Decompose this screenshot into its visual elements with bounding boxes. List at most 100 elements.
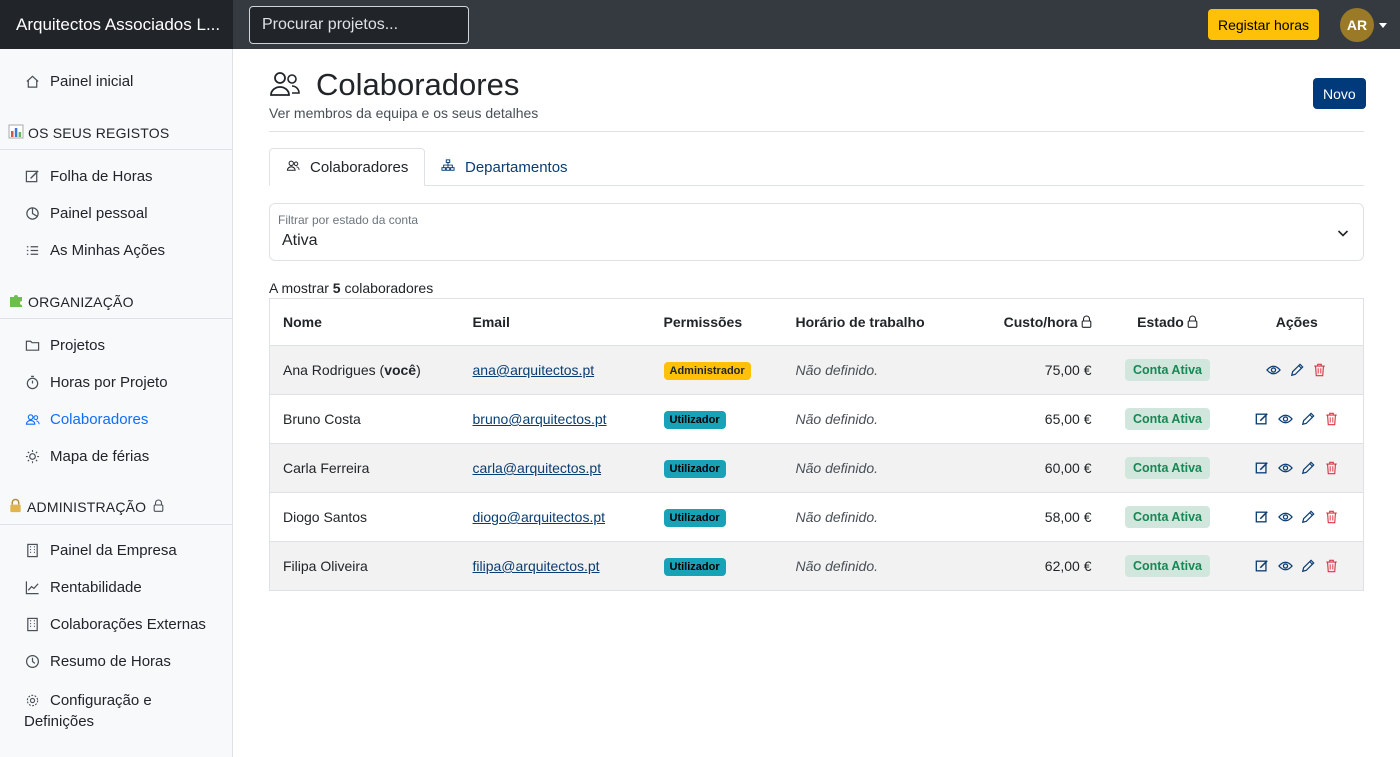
people-icon [286, 159, 300, 176]
sidebar-item-vacation-map[interactable]: Mapa de férias [24, 448, 149, 465]
edit-icon[interactable] [1255, 510, 1270, 525]
register-hours-button[interactable]: Registar horas [1208, 9, 1320, 40]
sidebar-item-label: Painel pessoal [50, 205, 148, 222]
role-badge: Utilizador [663, 508, 726, 527]
cell-permissions: Utilizador [650, 492, 783, 542]
view-icon[interactable] [1277, 412, 1293, 427]
email-link[interactable]: bruno@arquitectos.pt [473, 411, 607, 427]
sidebar-item-label: Folha de Horas [50, 168, 153, 185]
tab-collaborators[interactable]: Colaboradores [269, 148, 426, 186]
lock-outline-icon [1081, 315, 1092, 331]
cell-email: bruno@arquitectos.pt [459, 394, 651, 444]
cell-name: Ana Rodrigues (você) [269, 345, 460, 395]
brand-name[interactable]: Arquitectos Associados L... [0, 0, 233, 49]
trash-icon[interactable] [1324, 510, 1339, 525]
edit-icon[interactable] [1255, 461, 1270, 476]
cell-permissions: Utilizador [650, 541, 783, 591]
gear-icon [24, 693, 40, 709]
trash-icon[interactable] [1324, 461, 1339, 476]
pencil-icon[interactable] [1301, 412, 1316, 427]
divider [0, 318, 232, 319]
view-icon[interactable] [1277, 461, 1293, 476]
sidebar-item-projects[interactable]: Projetos [24, 337, 105, 354]
cell-schedule: Não definido. [782, 345, 943, 395]
sidebar-item-label: Painel inicial [50, 73, 134, 90]
search-input[interactable] [249, 6, 469, 44]
edit-icon [24, 169, 40, 185]
sidebar-item-collaborators[interactable]: Colaboradores [24, 411, 148, 428]
sun-icon [24, 449, 40, 465]
cell-state: Conta Ativa [1104, 541, 1231, 591]
chart-icon [8, 124, 24, 142]
view-icon[interactable] [1266, 363, 1282, 378]
edit-icon[interactable] [1255, 559, 1270, 574]
caret-down-icon[interactable] [1379, 22, 1387, 28]
sidebar-item-my-actions[interactable]: As Minhas Ações [24, 242, 165, 259]
people-icon [24, 412, 40, 428]
section-header-records: OS SEUS REGISTOS [8, 124, 169, 142]
cell-cost: 65,00 € [942, 394, 1105, 444]
main-content: Colaboradores Ver membros da equipa e os… [233, 49, 1400, 757]
filter-label: Filtrar por estado da conta [278, 213, 419, 227]
sidebar-item-label: Resumo de Horas [50, 653, 171, 670]
column-header-state: Estado [1104, 298, 1231, 346]
sidebar-item-home[interactable]: Painel inicial [24, 73, 133, 90]
cell-cost: 75,00 € [942, 345, 1105, 395]
cell-cost: 62,00 € [942, 541, 1105, 591]
view-icon[interactable] [1277, 510, 1293, 525]
lock-outline-icon [153, 499, 164, 515]
view-icon[interactable] [1277, 559, 1293, 574]
column-header-cost: Custo/hora [942, 298, 1105, 346]
cell-state: Conta Ativa [1104, 345, 1231, 395]
email-link[interactable]: carla@arquitectos.pt [473, 460, 602, 476]
cell-cost: 58,00 € [942, 492, 1105, 542]
status-badge: Conta Ativa [1125, 555, 1210, 577]
column-header-actions: Ações [1230, 298, 1364, 346]
tab-departments[interactable]: Departamentos [425, 148, 584, 186]
cell-actions [1230, 394, 1364, 444]
role-badge: Utilizador [663, 410, 726, 429]
pencil-icon[interactable] [1301, 510, 1316, 525]
pencil-icon[interactable] [1301, 559, 1316, 574]
email-link[interactable]: filipa@arquitectos.pt [473, 558, 600, 574]
cell-state: Conta Ativa [1104, 443, 1231, 493]
chevron-down-icon[interactable] [1337, 226, 1349, 243]
email-link[interactable]: ana@arquitectos.pt [473, 362, 595, 378]
new-collaborator-button[interactable]: Novo [1313, 78, 1366, 109]
diagram-icon [441, 158, 455, 176]
lock-outline-icon [1187, 315, 1198, 331]
trash-icon[interactable] [1324, 412, 1339, 427]
section-header-org: ORGANIZAÇÃO [8, 292, 134, 311]
trash-icon[interactable] [1324, 559, 1339, 574]
user-menu[interactable]: AR [1340, 8, 1387, 42]
home-icon [24, 74, 40, 90]
sidebar-item-company-dashboard[interactable]: Painel da Empresa [24, 542, 177, 559]
cell-email: diogo@arquitectos.pt [459, 492, 651, 542]
sidebar-item-external-collaborations[interactable]: Colaborações Externas [24, 616, 206, 633]
email-link[interactable]: diogo@arquitectos.pt [473, 509, 606, 525]
avatar[interactable]: AR [1340, 8, 1374, 42]
divider [0, 524, 232, 525]
sidebar-item-settings[interactable]: Configuração e Definições [24, 690, 152, 732]
table-row: Filipa Oliveira filipa@arquitectos.pt Util… [269, 541, 1364, 591]
status-badge: Conta Ativa [1125, 506, 1210, 528]
edit-icon[interactable] [1255, 412, 1270, 427]
pencil-icon[interactable] [1289, 363, 1304, 378]
sidebar-item-hours-summary[interactable]: Resumo de Horas [24, 653, 171, 670]
cell-email: ana@arquitectos.pt [459, 345, 651, 395]
sidebar-item-timesheet[interactable]: Folha de Horas [24, 168, 153, 185]
row-actions [1244, 461, 1351, 476]
sidebar-item-hours-per-project[interactable]: Horas por Projeto [24, 374, 168, 391]
trash-icon[interactable] [1312, 363, 1327, 378]
pencil-icon[interactable] [1301, 461, 1316, 476]
list-icon [24, 243, 40, 259]
sidebar-item-label: Rentabilidade [50, 579, 142, 596]
sidebar-item-label: Configuração e [50, 692, 152, 709]
folder-icon [24, 338, 40, 354]
collaborators-table: Nome Email Permissões Horário de trabalh… [269, 298, 1364, 591]
you-marker: você [384, 362, 417, 378]
cell-name: Diogo Santos [269, 492, 460, 542]
sidebar-item-profitability[interactable]: Rentabilidade [24, 579, 142, 596]
sidebar-item-personal-dashboard[interactable]: Painel pessoal [24, 205, 148, 222]
account-status-filter[interactable]: Filtrar por estado da conta Ativa [269, 203, 1364, 261]
